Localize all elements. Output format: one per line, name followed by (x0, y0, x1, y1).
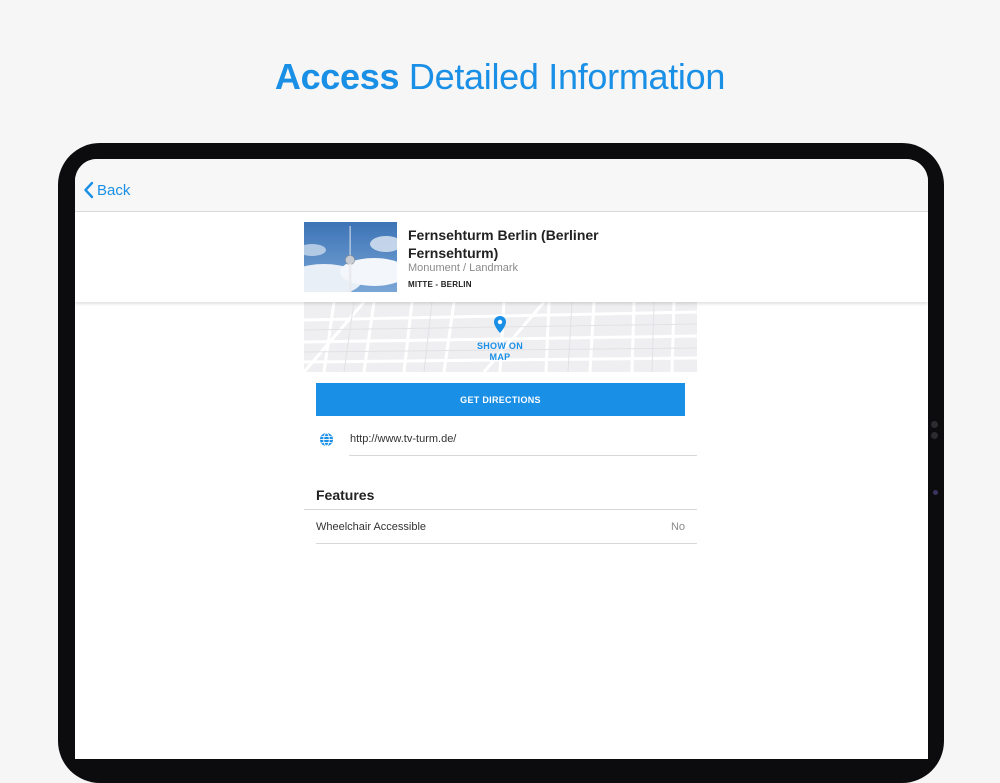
get-directions-button[interactable]: GET DIRECTIONS (316, 383, 685, 416)
divider (304, 509, 697, 510)
back-label: Back (97, 181, 131, 199)
divider (349, 455, 697, 456)
features-heading: Features (316, 487, 375, 503)
show-on-map-label: SHOW ON MAP (476, 341, 524, 362)
website-link[interactable]: http://www.tv-turm.de/ (350, 433, 456, 445)
divider (316, 543, 697, 544)
device-button (931, 432, 938, 439)
get-directions-label: GET DIRECTIONS (460, 394, 541, 405)
globe-icon (319, 432, 334, 452)
place-photo (304, 222, 397, 292)
place-type: Monument / Landmark (408, 262, 519, 274)
headline-rest: Detailed Information (408, 56, 726, 97)
headline-strong: Access (274, 56, 400, 97)
back-button[interactable]: Back (83, 181, 130, 199)
device-sensor (933, 490, 938, 495)
marketing-headline: Access Detailed Information (0, 56, 1000, 98)
navigation-bar: Back (75, 159, 928, 212)
map-pin-icon (494, 316, 506, 333)
place-header: Fernsehturm Berlin (Berliner Fernsehturm… (75, 212, 928, 302)
feature-label: Wheelchair Accessible (316, 521, 427, 533)
map-preview[interactable]: SHOW ON MAP (304, 302, 697, 372)
place-title: Fernsehturm Berlin (Berliner Fernsehturm… (408, 227, 599, 261)
show-on-map-button[interactable]: SHOW ON MAP (469, 315, 531, 363)
chevron-left-icon (84, 181, 94, 199)
place-location: MITTE - BERLIN (408, 280, 472, 289)
feature-value: No (670, 521, 685, 533)
app-screen: Back Fernsehturm Berlin (Berliner Fernse… (75, 159, 928, 759)
device-button (931, 421, 938, 428)
